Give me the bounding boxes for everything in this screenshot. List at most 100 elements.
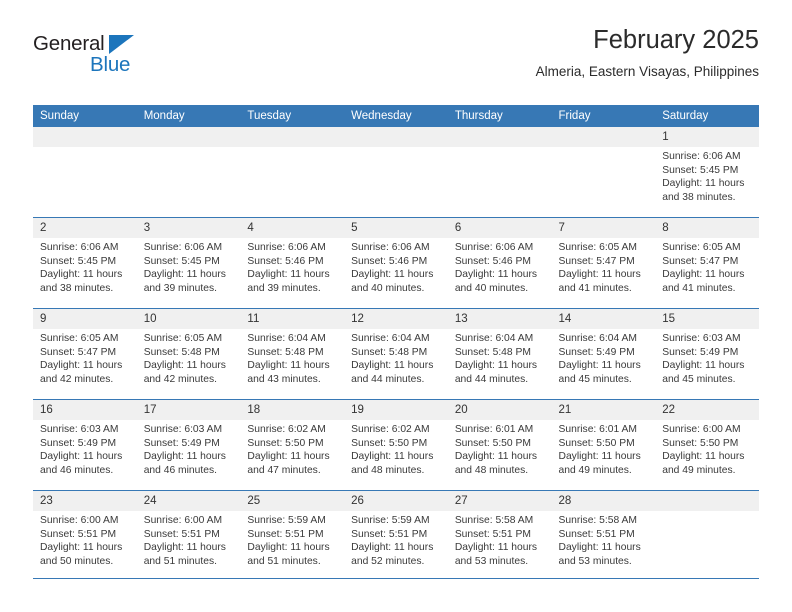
sunrise-text: Sunrise: 6:03 AM — [40, 424, 119, 435]
calendar-day-cell[interactable]: 21 Sunrise: 6:01 AM Sunset: 5:50 PM Dayligh… — [551, 399, 656, 491]
calendar-day-cell[interactable]: 4 Sunrise: 6:06 AM Sunset: 5:46 PM Daylight… — [240, 217, 345, 309]
weekday-header-row: Sunday Monday Tuesday Wednesday Thursday… — [33, 105, 759, 127]
calendar-page: General Blue February 2025 Almeria, East… — [0, 0, 792, 612]
sunset-text: Sunset: 5:50 PM — [662, 437, 739, 449]
daylight-text: Daylight: 11 hours — [351, 269, 434, 281]
calendar-day-cell[interactable]: 2 Sunrise: 6:06 AM Sunset: 5:45 PM Daylight… — [33, 217, 137, 309]
calendar-day-cell[interactable]: 8 Sunrise: 6:05 AM Sunset: 5:47 PM Daylight… — [655, 217, 759, 309]
calendar-day-cell[interactable]: 9 Sunrise: 6:05 AM Sunset: 5:47 PM Daylight… — [33, 308, 137, 400]
daylight-text: and 47 minutes. — [247, 464, 321, 476]
calendar-day-cell[interactable]: 26 Sunrise: 5:59 AM Sunset: 5:51 PM Dayligh… — [344, 490, 448, 581]
day-number: 17 — [136, 400, 241, 420]
calendar-week-row: 9 Sunrise: 6:05 AM Sunset: 5:47 PM Daylight… — [33, 308, 759, 400]
day-number: 4 — [240, 218, 345, 238]
weekday-header-friday: Friday — [551, 105, 656, 127]
daylight-text: Daylight: 11 hours — [454, 542, 538, 554]
calendar-day-cell[interactable]: 15 Sunrise: 6:03 AM Sunset: 5:49 PM Dayligh… — [655, 308, 759, 400]
day-number: 12 — [344, 309, 448, 329]
sunrise-text: Sunrise: 6:05 AM — [662, 242, 741, 253]
daylight-text: and 44 minutes. — [454, 373, 529, 385]
daylight-text: Daylight: 11 hours — [247, 269, 330, 281]
calendar-day-cell[interactable]: 12 Sunrise: 6:04 AM Sunset: 5:48 PM Dayligh… — [344, 308, 448, 400]
calendar-day-cell[interactable]: 16 Sunrise: 6:03 AM Sunset: 5:49 PM Dayligh… — [33, 399, 137, 491]
day-number: 1 — [655, 127, 759, 147]
calendar-day-cell[interactable]: 7 Sunrise: 6:05 AM Sunset: 5:47 PM Daylight… — [551, 217, 656, 309]
day-number: 5 — [344, 218, 448, 238]
calendar-day-cell[interactable]: 3 Sunrise: 6:06 AM Sunset: 5:45 PM Daylight… — [136, 217, 241, 309]
sunrise-text: Sunrise: 6:00 AM — [40, 515, 119, 526]
calendar-day-cell[interactable]: 19 Sunrise: 6:02 AM Sunset: 5:50 PM Dayligh… — [344, 399, 448, 491]
day-sun-info: Sunrise: 6:06 AM Sunset: 5:46 PM Daylight:… — [448, 238, 552, 295]
daylight-text: Daylight: 11 hours — [40, 360, 123, 372]
brand-logo[interactable]: General Blue — [33, 32, 253, 84]
sunset-text: Sunset: 5:51 PM — [351, 528, 428, 540]
daylight-text: and 53 minutes. — [558, 555, 632, 567]
weekday-header-tuesday: Tuesday — [240, 105, 345, 127]
day-number: 15 — [655, 309, 759, 329]
calendar-day-cell[interactable]: 20 Sunrise: 6:01 AM Sunset: 5:50 PM Dayligh… — [447, 399, 552, 491]
calendar-day-cell[interactable]: 1 Sunrise: 6:06 AM Sunset: 5:45 PM Daylight… — [655, 127, 759, 218]
daylight-text: and 43 minutes. — [247, 373, 321, 385]
daylight-text: and 40 minutes. — [351, 282, 425, 294]
calendar-day-cell[interactable]: 28 Sunrise: 5:58 AM Sunset: 5:51 PM Dayligh… — [551, 490, 656, 581]
brand-name-blue: Blue — [90, 53, 131, 76]
sunset-text: Sunset: 5:46 PM — [454, 255, 531, 267]
daylight-text: and 38 minutes. — [662, 191, 736, 203]
daylight-text: and 41 minutes. — [662, 282, 736, 294]
calendar-day-cell[interactable]: 11 Sunrise: 6:04 AM Sunset: 5:48 PM Dayligh… — [240, 308, 345, 400]
daylight-text: Daylight: 11 hours — [351, 360, 434, 372]
sunrise-text: Sunrise: 5:59 AM — [351, 515, 430, 526]
sunrise-text: Sunrise: 6:05 AM — [40, 333, 119, 344]
calendar-day-cell[interactable]: 27 Sunrise: 5:58 AM Sunset: 5:51 PM Dayligh… — [447, 490, 552, 581]
daylight-text: and 39 minutes. — [247, 282, 321, 294]
calendar-day-cell[interactable]: 14 Sunrise: 6:04 AM Sunset: 5:49 PM Dayligh… — [551, 308, 656, 400]
daylight-text: and 46 minutes. — [40, 464, 114, 476]
sunset-text: Sunset: 5:46 PM — [247, 255, 324, 267]
daylight-text: Daylight: 11 hours — [247, 451, 330, 463]
calendar-day-cell[interactable]: 17 Sunrise: 6:03 AM Sunset: 5:49 PM Dayligh… — [136, 399, 241, 491]
day-number: 26 — [344, 491, 448, 511]
sunrise-text: Sunrise: 5:59 AM — [247, 515, 326, 526]
calendar-day-cell[interactable]: 25 Sunrise: 5:59 AM Sunset: 5:51 PM Dayligh… — [240, 490, 345, 581]
calendar-day-cell[interactable]: 23 Sunrise: 6:00 AM Sunset: 5:51 PM Dayligh… — [33, 490, 137, 581]
daylight-text: and 51 minutes. — [247, 555, 321, 567]
daylight-text: and 45 minutes. — [662, 373, 736, 385]
day-sun-info: Sunrise: 5:59 AM Sunset: 5:51 PM Daylight:… — [240, 511, 344, 568]
day-sun-info: Sunrise: 6:06 AM Sunset: 5:45 PM Daylight:… — [33, 238, 137, 295]
sunrise-text: Sunrise: 6:05 AM — [143, 333, 223, 344]
sunrise-text: Sunrise: 6:01 AM — [558, 424, 637, 435]
calendar-day-cell[interactable]: 18 Sunrise: 6:02 AM Sunset: 5:50 PM Dayligh… — [240, 399, 345, 491]
day-number — [240, 127, 345, 147]
day-sun-info: Sunrise: 5:58 AM Sunset: 5:51 PM Daylight:… — [448, 511, 552, 568]
sunset-text: Sunset: 5:49 PM — [662, 346, 739, 358]
day-sun-info: Sunrise: 6:05 AM Sunset: 5:47 PM Daylight:… — [655, 238, 759, 295]
sunset-text: Sunset: 5:48 PM — [351, 346, 428, 358]
day-number: 6 — [447, 218, 552, 238]
daylight-text: and 53 minutes. — [454, 555, 529, 567]
sunset-text: Sunset: 5:48 PM — [454, 346, 531, 358]
day-sun-info: Sunrise: 6:04 AM Sunset: 5:48 PM Daylight:… — [240, 329, 344, 386]
page-title: February 2025 — [593, 26, 759, 54]
calendar-day-cell[interactable]: 24 Sunrise: 6:00 AM Sunset: 5:51 PM Dayligh… — [136, 490, 241, 581]
sunrise-text: Sunrise: 6:00 AM — [143, 515, 223, 526]
weekday-header-thursday: Thursday — [447, 105, 552, 127]
sunset-text: Sunset: 5:50 PM — [247, 437, 324, 449]
day-sun-info: Sunrise: 6:06 AM Sunset: 5:46 PM Daylight:… — [240, 238, 344, 295]
day-number — [655, 491, 759, 511]
calendar-day-cell[interactable]: 10 Sunrise: 6:05 AM Sunset: 5:48 PM Dayligh… — [136, 308, 241, 400]
calendar-day-cell[interactable]: 5 Sunrise: 6:06 AM Sunset: 5:46 PM Daylight… — [344, 217, 448, 309]
sunrise-text: Sunrise: 6:06 AM — [143, 242, 223, 253]
calendar-day-cell[interactable]: 6 Sunrise: 6:06 AM Sunset: 5:46 PM Daylight… — [447, 217, 552, 309]
calendar-empty-cell — [655, 490, 759, 581]
sunset-text: Sunset: 5:51 PM — [143, 528, 220, 540]
day-number: 2 — [33, 218, 137, 238]
calendar-day-cell[interactable]: 22 Sunrise: 6:00 AM Sunset: 5:50 PM Dayligh… — [655, 399, 759, 491]
sunset-text: Sunset: 5:46 PM — [351, 255, 428, 267]
calendar-day-cell[interactable]: 13 Sunrise: 6:04 AM Sunset: 5:48 PM Dayligh… — [447, 308, 552, 400]
sunrise-text: Sunrise: 6:04 AM — [454, 333, 534, 344]
day-number: 11 — [240, 309, 345, 329]
page-subtitle: Almeria, Eastern Visayas, Philippines — [535, 64, 759, 79]
calendar-empty-cell — [447, 127, 552, 218]
day-number: 8 — [655, 218, 759, 238]
daylight-text: and 48 minutes. — [454, 464, 529, 476]
